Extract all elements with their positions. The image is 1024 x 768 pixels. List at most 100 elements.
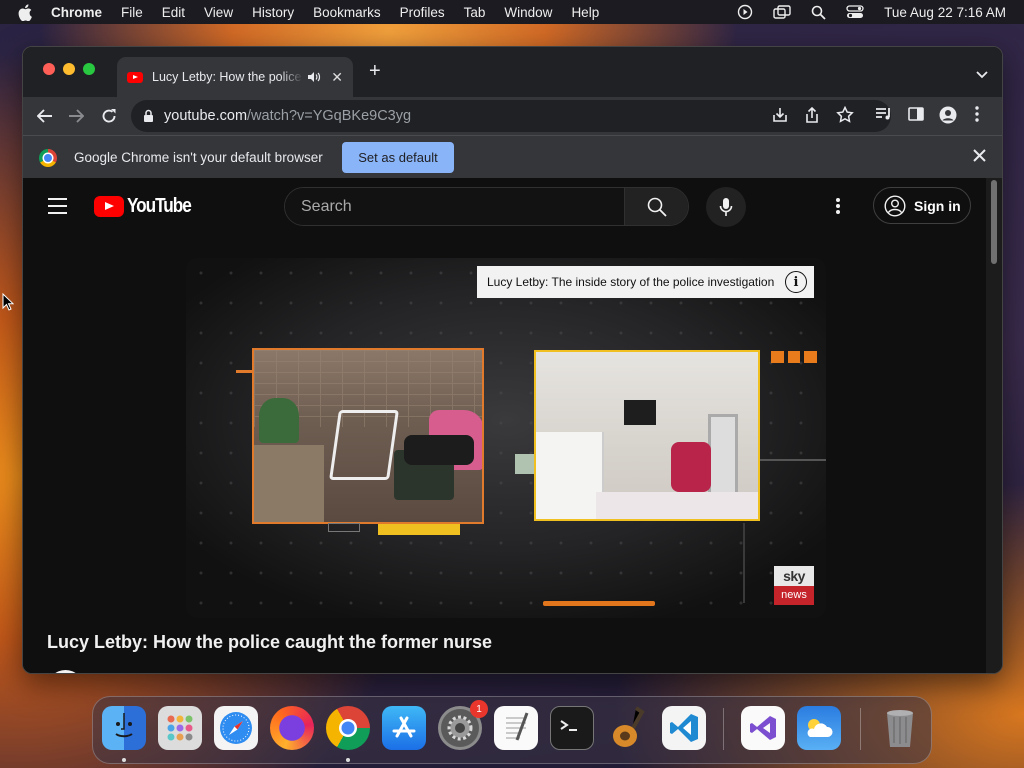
settings-more-icon[interactable] — [835, 197, 841, 220]
media-controls-icon[interactable] — [875, 106, 893, 127]
install-app-icon[interactable] — [771, 106, 789, 129]
infobar-close-icon[interactable] — [973, 149, 986, 165]
menu-history[interactable]: History — [252, 5, 294, 20]
control-center-icon[interactable] — [846, 5, 864, 19]
infobar-message: Google Chrome isn't your default browser — [74, 150, 323, 165]
bookmark-star-icon[interactable] — [836, 105, 854, 129]
menu-profiles[interactable]: Profiles — [400, 5, 445, 20]
set-as-default-button[interactable]: Set as default — [342, 142, 454, 173]
back-button[interactable] — [35, 106, 55, 126]
trash-icon[interactable] — [878, 706, 922, 750]
dock-separator — [723, 708, 724, 750]
finder-icon[interactable] — [102, 706, 146, 750]
info-icon[interactable]: i — [785, 271, 807, 293]
chrome-window: Lucy Letby: How the police caught the fo… — [22, 46, 1003, 674]
visual-studio-icon[interactable] — [741, 706, 785, 750]
menu-view[interactable]: View — [204, 5, 233, 20]
video-info-card[interactable]: Lucy Letby: The inside story of the poli… — [477, 266, 814, 298]
dock-separator-trash — [860, 708, 861, 750]
decor-yellow-bar — [378, 524, 460, 535]
search-input[interactable]: Search — [285, 188, 624, 225]
speaker-icon[interactable] — [307, 71, 321, 83]
launchpad-icon[interactable] — [158, 706, 202, 750]
now-playing-icon[interactable] — [737, 4, 753, 20]
sign-in-button[interactable]: Sign in — [873, 187, 971, 224]
sky-news-logo: sky news — [774, 566, 814, 606]
share-icon[interactable] — [804, 106, 820, 129]
guide-menu-icon[interactable] — [48, 198, 67, 219]
decor-orange-blocks — [771, 351, 818, 363]
dock: 1 — [92, 696, 932, 764]
side-panel-icon[interactable] — [908, 106, 924, 127]
voice-search-button[interactable] — [706, 187, 746, 227]
window-controls — [43, 63, 95, 75]
safari-icon[interactable] — [214, 706, 258, 750]
search-button[interactable] — [624, 188, 688, 225]
menu-window[interactable]: Window — [504, 5, 552, 20]
channel-avatar[interactable] — [47, 670, 84, 673]
apple-menu-icon[interactable] — [15, 3, 35, 21]
youtube-wordmark: YouTube — [127, 195, 192, 217]
tab-active[interactable]: Lucy Letby: How the police caught the fo… — [117, 57, 353, 97]
firefox-icon[interactable] — [270, 706, 314, 750]
video-title: Lucy Letby: How the police caught the fo… — [47, 632, 493, 652]
news-logo-text: news — [774, 586, 814, 605]
menu-tab[interactable]: Tab — [464, 5, 486, 20]
chrome-menu-icon[interactable] — [974, 106, 980, 127]
menu-bookmarks[interactable]: Bookmarks — [313, 5, 381, 20]
app-store-icon[interactable] — [382, 706, 426, 750]
menu-file[interactable]: File — [121, 5, 143, 20]
menubar-clock[interactable]: Tue Aug 22 7:16 AM — [884, 5, 1006, 20]
garageband-icon[interactable] — [606, 706, 650, 750]
video-frame-storage-room — [252, 348, 484, 524]
tab-close-icon[interactable]: ✕ — [331, 69, 343, 86]
account-circle-icon — [884, 194, 906, 217]
tab-title: Lucy Letby: How the police caught the fo… — [152, 70, 303, 84]
video-frame-bedroom — [534, 350, 760, 521]
forward-button[interactable] — [66, 106, 86, 126]
tab-strip: Lucy Letby: How the police caught the fo… — [23, 47, 1002, 97]
video-meta-row — [47, 667, 987, 673]
youtube-header: YouTube Search Sign in — [23, 178, 988, 234]
reload-button[interactable] — [99, 106, 119, 126]
chrome-running-indicator — [346, 758, 350, 762]
screen-mirroring-icon[interactable] — [773, 4, 791, 20]
chrome-logo-icon — [39, 149, 57, 167]
chrome-icon[interactable] — [326, 706, 370, 750]
terminal-icon[interactable] — [550, 706, 594, 750]
decor-line — [236, 370, 252, 373]
page-scrollbar[interactable] — [986, 178, 1002, 673]
system-settings-badge: 1 — [470, 700, 488, 718]
finder-running-indicator — [122, 758, 126, 762]
sky-logo-text: sky — [774, 566, 814, 586]
youtube-favicon-icon — [127, 71, 143, 83]
minimize-window-button[interactable] — [63, 63, 75, 75]
sign-in-label: Sign in — [914, 197, 961, 214]
youtube-play-icon — [94, 196, 124, 217]
close-window-button[interactable] — [43, 63, 55, 75]
decor-box — [328, 523, 360, 532]
youtube-logo[interactable]: YouTube — [94, 195, 201, 218]
decor-orange-line — [543, 601, 655, 606]
zoom-window-button[interactable] — [83, 63, 95, 75]
profile-avatar-icon[interactable] — [939, 106, 957, 129]
search-box: Search — [284, 187, 689, 226]
mouse-cursor-icon — [2, 292, 15, 316]
scrollbar-thumb[interactable] — [991, 180, 997, 264]
tab-search-chevron-icon[interactable] — [976, 66, 988, 84]
video-player[interactable]: Lucy Letby: The inside story of the poli… — [186, 258, 826, 618]
menu-edit[interactable]: Edit — [162, 5, 185, 20]
url-domain: youtube.com — [164, 108, 248, 124]
menu-help[interactable]: Help — [571, 5, 599, 20]
weather-icon[interactable] — [797, 706, 841, 750]
video-info-title: Lucy Letby: The inside story of the poli… — [487, 275, 775, 289]
vscode-icon[interactable] — [662, 706, 706, 750]
browser-toolbar: youtube.com/watch?v=YGqBKe9C3yg — [23, 97, 1002, 135]
menu-app-name[interactable]: Chrome — [51, 5, 102, 20]
lock-icon[interactable] — [143, 109, 154, 123]
youtube-page: YouTube Search Sign in Lucy Letby: The i… — [23, 178, 988, 673]
textedit-icon[interactable] — [494, 706, 538, 750]
spotlight-icon[interactable] — [811, 5, 826, 20]
new-tab-button[interactable]: + — [369, 60, 381, 83]
search-icon — [647, 197, 667, 217]
